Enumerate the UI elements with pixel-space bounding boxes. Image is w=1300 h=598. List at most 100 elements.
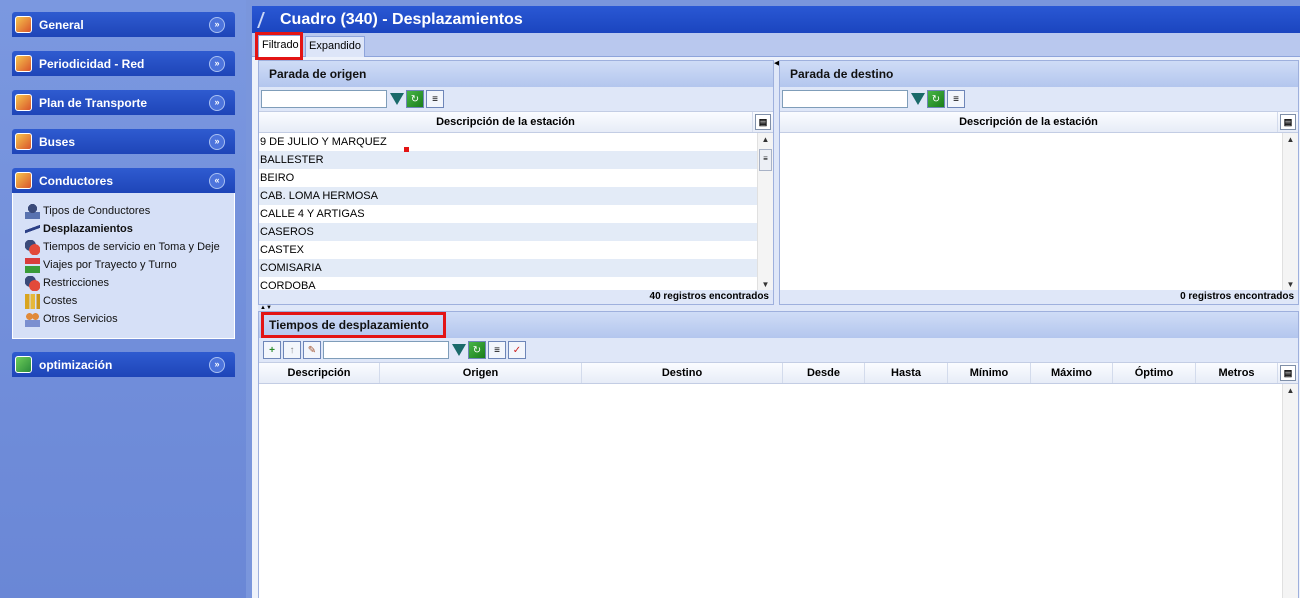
coins-icon [25,293,40,309]
table-row[interactable]: BEIRO [259,169,757,187]
periodicidad-icon [15,55,32,72]
excel-export-icon[interactable]: ≡ [426,90,444,108]
scroll-thumb[interactable]: ≡ [759,149,772,171]
chevron-up-icon[interactable]: « [209,172,225,189]
nav-header-plan[interactable]: Plan de Transporte » [12,90,235,115]
refresh-icon[interactable]: ↻ [406,90,424,108]
nav-item-restricciones[interactable]: Restricciones [25,274,234,292]
nav-item-label: Otros Servicios [43,313,118,325]
origin-panel-title: Parada de origen [259,61,773,87]
column-header-descripcion[interactable]: Descripción de la estación [780,112,1278,132]
column-chooser-icon[interactable]: ▤ [1280,365,1296,381]
nav-group-general: General » [12,12,235,37]
nav-group-label: Buses [39,134,76,149]
column-header-descripcion[interactable]: Descripción de la estación [259,112,753,132]
chevron-down-icon[interactable]: » [209,133,225,150]
nav-header-optimizacion[interactable]: optimización » [12,352,235,377]
origin-grid-body: 9 DE JULIO Y MARQUEZ BALLESTER BEIRO CAB… [259,133,773,292]
nav-group-label: Plan de Transporte [39,95,148,110]
filter-icon[interactable] [390,93,404,105]
column-header-origen[interactable]: Origen [380,363,582,383]
nav-item-label: Costes [43,295,78,307]
nav-group-label: Periodicidad - Red [39,56,145,71]
column-header-optimo[interactable]: Óptimo [1113,363,1196,383]
refresh-icon[interactable]: ↻ [927,90,945,108]
window-title-bar: Cuadro (340) - Desplazamientos [252,6,1300,33]
times-panel: Tiempos de desplazamiento + ↑ ✎ ↻ ≡ ✓ De… [258,311,1299,598]
origin-toolbar: ↻ ≡ [259,87,773,111]
table-row[interactable]: CASTEX [259,241,757,259]
check-icon[interactable]: ✓ [508,341,526,359]
column-chooser-icon[interactable]: ▤ [1280,114,1296,130]
nav-item-tipos-conductores[interactable]: Tipos de Conductores [25,202,234,220]
destination-record-count: 0 registros encontrados [780,290,1298,304]
scroll-up-icon[interactable]: ▲ [1283,384,1298,398]
table-row[interactable]: 9 DE JULIO Y MARQUEZ [259,133,757,151]
times-panel-title: Tiempos de desplazamiento [259,312,1298,338]
chevron-down-icon[interactable]: » [209,94,225,111]
scroll-up-icon[interactable]: ▲ [1283,133,1298,147]
window-title: Cuadro (340) - Desplazamientos [280,10,523,28]
nav-header-buses[interactable]: Buses » [12,129,235,154]
nav-header-conductores[interactable]: Conductores « [12,168,235,193]
column-header-desde[interactable]: Desde [783,363,865,383]
times-scrollbar[interactable]: ▲ [1282,384,1298,598]
tab-expandido[interactable]: Expandido [305,36,365,57]
chevron-down-icon[interactable]: » [209,55,225,72]
service-time-icon [25,239,40,255]
destination-panel: Parada de destino ↻ ≡ Descripción de la … [779,60,1299,305]
filter-icon[interactable] [911,93,925,105]
nav-item-label: Desplazamientos [43,223,133,235]
nav-header-periodicidad[interactable]: Periodicidad - Red » [12,51,235,76]
times-toolbar: + ↑ ✎ ↻ ≡ ✓ [259,338,1298,362]
nav-item-costes[interactable]: Costes [25,292,234,310]
nav-item-tiempos-servicio[interactable]: Tiempos de servicio en Toma y Deje [25,238,234,256]
destination-grid-header: Descripción de la estación ▤ [780,111,1298,133]
nav-group-plan: Plan de Transporte » [12,90,235,115]
origin-grid-header: Descripción de la estación ▤ [259,111,773,133]
column-header-hasta[interactable]: Hasta [865,363,948,383]
refresh-icon[interactable]: ↻ [468,341,486,359]
times-filter-input[interactable] [323,341,449,359]
column-header-descripcion[interactable]: Descripción [259,363,380,383]
trips-icon [25,257,40,273]
origin-scrollbar[interactable]: ▲ ≡ ▼ [757,133,773,292]
main-window: Cuadro (340) - Desplazamientos Filtrado … [252,6,1300,598]
table-row[interactable]: BALLESTER [259,151,757,169]
destination-filter-input[interactable] [782,90,908,108]
nav-header-general[interactable]: General » [12,12,235,37]
tab-filtrado[interactable]: Filtrado [258,35,303,58]
nav-item-label: Restricciones [43,277,110,289]
scroll-up-icon[interactable]: ▲ [758,133,773,147]
nav-item-viajes[interactable]: Viajes por Trayecto y Turno [25,256,234,274]
table-row[interactable]: CAB. LOMA HERMOSA [259,187,757,205]
tab-strip: Filtrado Expandido [252,33,1300,58]
bus-icon [15,133,32,150]
walking-icon [257,11,273,28]
column-header-maximo[interactable]: Máximo [1031,363,1113,383]
destination-toolbar: ↻ ≡ [780,87,1298,111]
excel-export-icon[interactable]: ≡ [488,341,506,359]
move-up-icon[interactable]: ↑ [283,341,301,359]
column-header-minimo[interactable]: Mínimo [948,363,1031,383]
excel-export-icon[interactable]: ≡ [947,90,965,108]
chevron-down-icon[interactable]: » [209,356,225,373]
destination-scrollbar[interactable]: ▲ ▼ [1282,133,1298,292]
destination-panel-title: Parada de destino [780,61,1298,87]
destination-grid-body: ▲ ▼ [780,133,1298,292]
chevron-down-icon[interactable]: » [209,16,225,33]
column-header-metros[interactable]: Metros [1196,363,1278,383]
origin-filter-input[interactable] [261,90,387,108]
column-header-destino[interactable]: Destino [582,363,783,383]
column-chooser-icon[interactable]: ▤ [755,114,771,130]
services-icon [25,311,40,327]
add-icon[interactable]: + [263,341,281,359]
filter-icon[interactable] [452,344,466,356]
table-row[interactable]: COMISARIA [259,259,757,277]
edit-icon[interactable]: ✎ [303,341,321,359]
table-row[interactable]: CALLE 4 Y ARTIGAS [259,205,757,223]
nav-item-desplazamientos[interactable]: Desplazamientos [25,220,234,238]
nav-group-buses: Buses » [12,129,235,154]
nav-item-otros-servicios[interactable]: Otros Servicios [25,310,234,328]
table-row[interactable]: CASEROS [259,223,757,241]
